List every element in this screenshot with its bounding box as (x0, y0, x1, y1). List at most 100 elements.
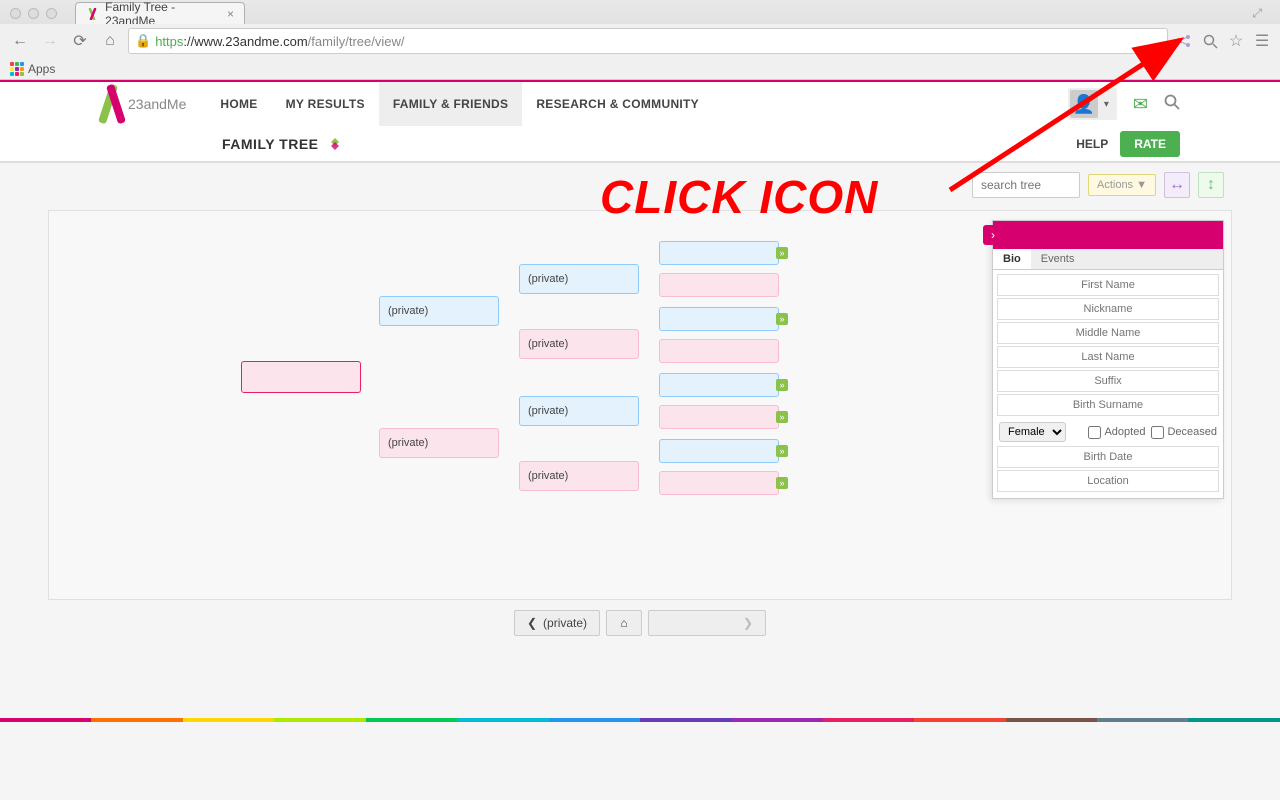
logo-text: 23andMe (128, 96, 186, 112)
search-icon[interactable] (1200, 31, 1220, 51)
account-menu[interactable]: 👤 ▾ (1068, 88, 1117, 120)
tree-node-pgf[interactable]: (private) (519, 264, 639, 294)
help-link[interactable]: HELP (1076, 137, 1108, 151)
panel-header: › (993, 221, 1223, 249)
bottom-nav: ❮ (private) ⌂ ❯ (514, 610, 766, 636)
header-search-icon[interactable] (1164, 94, 1180, 115)
tree-node-g4-3[interactable]: » (659, 307, 779, 331)
panel-collapse-button[interactable]: › (983, 225, 1003, 245)
tab-events[interactable]: Events (1031, 249, 1085, 269)
browser-nav-bar: ← → ⟳ ⌂ 🔒 https://www.23andme.com/family… (0, 24, 1280, 58)
birth-date-field[interactable] (997, 446, 1219, 468)
tree-node-mgm[interactable]: (private) (519, 461, 639, 491)
back-button[interactable]: ← (8, 29, 32, 53)
birth-surname-field[interactable] (997, 394, 1219, 416)
expand-icon[interactable]: » (776, 379, 788, 391)
pan-horizontal-button[interactable]: ↔ (1164, 172, 1190, 198)
deceased-checkbox[interactable] (1151, 426, 1164, 439)
gender-select[interactable]: Female (999, 422, 1066, 442)
deceased-checkbox-wrap: Deceased (1151, 426, 1217, 439)
avatar-icon: 👤 (1070, 90, 1098, 118)
browser-chrome: ⤢ Family Tree - 23andMe × ← → ⟳ ⌂ 🔒 http… (0, 0, 1280, 62)
tree-node-g4-8[interactable]: » (659, 471, 779, 495)
location-field[interactable] (997, 470, 1219, 492)
page-title: FAMILY TREE (222, 136, 343, 152)
reload-button[interactable]: ⟳ (68, 29, 92, 53)
url-text: https://www.23andme.com/family/tree/view… (155, 34, 404, 49)
nav-research-community[interactable]: RESEARCH & COMMUNITY (522, 82, 713, 126)
share-icon[interactable] (1174, 31, 1194, 51)
last-name-field[interactable] (997, 346, 1219, 368)
tree-node-g4-1[interactable]: » (659, 241, 779, 265)
expand-icon[interactable]: » (776, 313, 788, 325)
suffix-field[interactable] (997, 370, 1219, 392)
adopted-checkbox-wrap: Adopted (1088, 426, 1145, 439)
tree-node-g4-7[interactable]: » (659, 439, 779, 463)
tree-node-g4-2[interactable] (659, 273, 779, 297)
adopted-label: Adopted (1104, 426, 1145, 438)
tree-node-g4-6[interactable]: » (659, 405, 779, 429)
panel-body: Female Adopted Deceased (993, 270, 1223, 498)
search-tree-input[interactable] (972, 172, 1080, 198)
expand-icon[interactable]: » (776, 477, 788, 489)
tree-node-root[interactable] (241, 361, 361, 393)
tree-node-g4-4[interactable] (659, 339, 779, 363)
next-person-button[interactable]: ❯ (648, 610, 766, 636)
apps-icon[interactable] (10, 62, 24, 76)
tree-node-pgm[interactable]: (private) (519, 329, 639, 359)
tab-bar: Family Tree - 23andMe × (0, 2, 245, 24)
tree-node-mgf[interactable]: (private) (519, 396, 639, 426)
tree-toolbar: Actions ▼ ↔ ↕ (972, 172, 1224, 198)
tree-node-father[interactable]: (private) (379, 296, 499, 326)
tree-logo-icon (327, 136, 343, 152)
actions-button[interactable]: Actions ▼ (1088, 174, 1156, 196)
expand-icon[interactable]: » (776, 247, 788, 259)
tree-node-g4-5[interactable]: » (659, 373, 779, 397)
chevron-left-icon: ❮ (527, 616, 537, 630)
rainbow-footer (0, 718, 1280, 722)
chevron-right-icon: ❯ (743, 616, 753, 630)
home-button[interactable]: ⌂ (98, 29, 122, 53)
bookmark-bar: Apps (0, 58, 1280, 80)
deceased-label: Deceased (1167, 426, 1217, 438)
nav-my-results[interactable]: MY RESULTS (272, 82, 379, 126)
mail-icon[interactable]: ✉ (1133, 94, 1148, 115)
header-right: 👤 ▾ ✉ (1068, 82, 1240, 126)
site-logo[interactable]: 23andMe (40, 82, 206, 126)
browser-tab[interactable]: Family Tree - 23andMe × (75, 2, 245, 24)
main-nav: HOME MY RESULTS FAMILY & FRIENDS RESEARC… (206, 82, 713, 126)
forward-button[interactable]: → (38, 29, 62, 53)
expand-icon[interactable]: » (776, 445, 788, 457)
home-icon: ⌂ (620, 616, 627, 630)
nickname-field[interactable] (997, 298, 1219, 320)
star-icon[interactable]: ☆ (1226, 31, 1246, 51)
tab-favicon-icon (86, 7, 99, 21)
apps-label[interactable]: Apps (28, 62, 55, 76)
expand-icon[interactable]: » (776, 411, 788, 423)
logo-mark-icon (100, 86, 124, 122)
chevron-down-icon: ▾ (1104, 99, 1109, 110)
details-panel: › Bio Events Female Adopted Deceased (992, 220, 1224, 499)
url-bar[interactable]: 🔒 https://www.23andme.com/family/tree/vi… (128, 28, 1168, 54)
annotation-text: CLICK ICON (600, 170, 878, 224)
adopted-checkbox[interactable] (1088, 426, 1101, 439)
menu-icon[interactable]: ☰ (1252, 31, 1272, 51)
prev-person-label: (private) (543, 616, 587, 630)
panel-tabs: Bio Events (993, 249, 1223, 270)
gender-row: Female Adopted Deceased (997, 418, 1219, 446)
home-person-button[interactable]: ⌂ (606, 610, 642, 636)
fullscreen-icon[interactable]: ⤢ (1252, 6, 1270, 21)
rate-button[interactable]: RATE (1120, 131, 1180, 157)
nav-family-friends[interactable]: FAMILY & FRIENDS (379, 82, 522, 126)
prev-person-button[interactable]: ❮ (private) (514, 610, 600, 636)
pan-vertical-button[interactable]: ↕ (1198, 172, 1224, 198)
nav-home[interactable]: HOME (206, 82, 271, 126)
site-header: 23andMe HOME MY RESULTS FAMILY & FRIENDS… (0, 82, 1280, 163)
first-name-field[interactable] (997, 274, 1219, 296)
middle-name-field[interactable] (997, 322, 1219, 344)
tree-node-mother[interactable]: (private) (379, 428, 499, 458)
sub-header: FAMILY TREE HELP RATE (0, 126, 1280, 162)
tab-bio[interactable]: Bio (993, 249, 1031, 269)
tab-close-icon[interactable]: × (227, 7, 234, 21)
lock-icon: 🔒 (135, 33, 151, 49)
